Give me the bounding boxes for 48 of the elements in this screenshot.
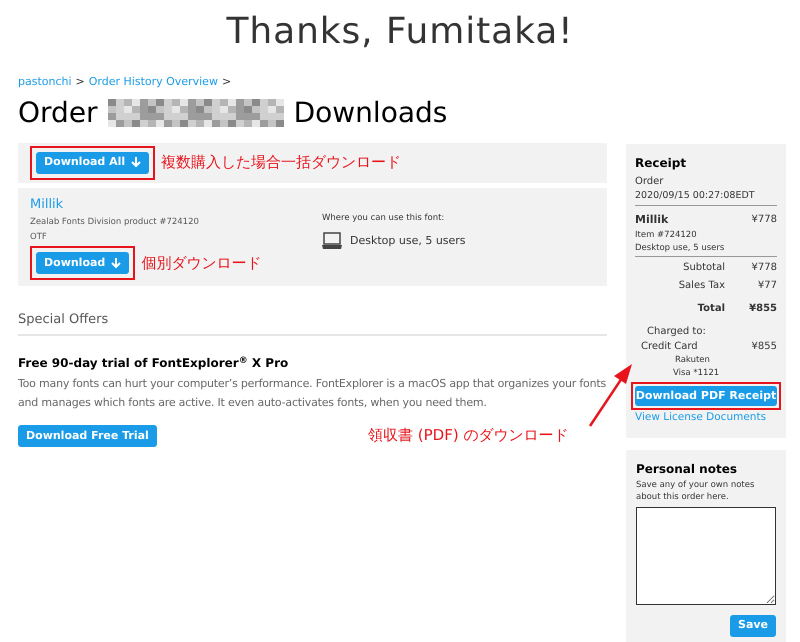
notes-field[interactable] (636, 506, 776, 604)
annotation-text: 個別ダウンロード (141, 252, 262, 274)
receipt-heading: Receipt (635, 155, 688, 172)
download-button[interactable]: Download (36, 252, 130, 274)
annotation-text: 領収書 (PDF) のダウンロード (368, 425, 568, 446)
breadcrumb-link[interactable]: Order History Overview (88, 74, 218, 90)
notes-heading: Personal notes (636, 460, 738, 478)
charged-label: Charged to: (646, 325, 707, 340)
offer-description: Too many fonts can hurt your computer’s performance. FontExplorer is a macOS app that organizes your fonts and manages which fonts are active. It even auto-activates fonts, when you need them. (18, 376, 608, 411)
desktop-computer-icon (322, 232, 342, 250)
card-number: Visa *1121 (672, 367, 720, 380)
page-heading: Thanks, Fumitaka! (225, 10, 574, 54)
breadcrumb-separator: > (222, 74, 232, 90)
license-documents-link[interactable]: View License Documents (635, 410, 777, 426)
charged-amount: ¥855 (752, 340, 777, 354)
item-name: Millik (635, 212, 668, 228)
total-value: ¥77 (756, 279, 777, 294)
order-label: Order (635, 175, 664, 189)
save-button[interactable]: Save (730, 614, 776, 636)
card-issuer: Rakuten (674, 354, 711, 367)
usage-heading: Where you can use this font: (322, 212, 446, 224)
total-label: Sales Tax (678, 279, 725, 294)
breadcrumb-link[interactable]: pastonchi (18, 74, 72, 90)
total-label: Total (698, 302, 725, 316)
order-title: Downloads (294, 94, 448, 130)
free-trial-button[interactable]: Download Free Trial (18, 425, 157, 448)
order-title: Order (18, 94, 98, 130)
annotation-text: 複数購入した場合一括ダウンロード (161, 152, 402, 174)
product-format: OTF (30, 231, 48, 244)
download-arrow-icon (131, 157, 142, 168)
item-number: Item #724120 (635, 228, 698, 242)
payment-method: Credit Card (641, 340, 698, 354)
product-vendor: Zealab Fonts Division product #724120 (30, 216, 200, 228)
usage-license: Desktop use, 5 users (350, 233, 466, 249)
breadcrumb-separator: > (76, 74, 85, 90)
item-price: ¥778 (752, 213, 777, 228)
download-arrow-icon (111, 258, 122, 268)
notes-hint: Save any of your own notes about this order here. (636, 478, 756, 502)
offer-title: Free 90-day trial of FontExplorer$^{®}$ X Pro (18, 354, 290, 372)
total-value: ¥778 (750, 261, 777, 276)
product-name-link[interactable]: Millik (30, 196, 322, 214)
total-value: ¥855 (748, 302, 777, 316)
pdf-receipt-button[interactable]: Download PDF Receipt (635, 386, 777, 406)
total-label: Subtotal (683, 261, 725, 276)
item-license: Desktop use, 5 users (635, 242, 777, 258)
download-button[interactable]: Download All (36, 152, 150, 174)
section-heading: Special Offers (18, 310, 607, 336)
order-date: 2020/09/15 00:27:08EDT (635, 189, 777, 206)
